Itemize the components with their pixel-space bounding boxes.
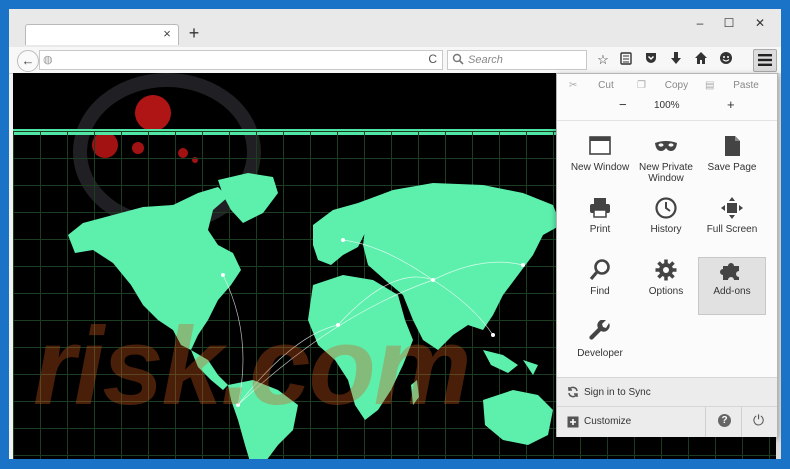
find-button[interactable]: Find: [567, 258, 633, 314]
full-screen-button[interactable]: Full Screen: [699, 196, 765, 252]
customize-button[interactable]: Customize: [557, 407, 705, 437]
hamburger-menu-button[interactable]: [753, 49, 777, 72]
options-button[interactable]: Options: [633, 258, 699, 314]
clipboard-icon: ▤: [705, 80, 715, 91]
search-input[interactable]: Search: [447, 50, 587, 70]
save-page-icon: [725, 136, 740, 156]
bookmark-star-icon[interactable]: ☆: [594, 51, 612, 69]
paste-button[interactable]: ▤ Paste: [705, 80, 759, 96]
zoom-out-button[interactable]: −: [619, 97, 627, 113]
clock-icon: [655, 197, 677, 219]
hello-smiley-icon[interactable]: [717, 51, 735, 69]
tab-strip: × + – ☐ ✕: [9, 9, 781, 47]
power-icon: ⏻: [753, 412, 765, 428]
new-private-window-button[interactable]: New Private Window: [633, 134, 699, 190]
copy-icon: ❐: [637, 80, 646, 91]
new-tab-button[interactable]: +: [184, 23, 204, 43]
add-ons-button[interactable]: Add-ons: [698, 257, 766, 315]
history-button[interactable]: History: [633, 196, 699, 252]
history-label: History: [650, 224, 682, 235]
find-label: Find: [590, 286, 610, 297]
developer-label: Developer: [577, 348, 623, 359]
puzzle-icon: [720, 263, 739, 280]
help-button[interactable]: ?: [705, 407, 742, 437]
maximize-button[interactable]: ☐: [718, 15, 740, 31]
url-bar[interactable]: ◍ C: [39, 50, 443, 70]
printer-icon: [590, 198, 610, 218]
save-page-button[interactable]: Save Page: [699, 134, 765, 190]
private-mask-icon: [655, 141, 677, 151]
magnifier-icon: [589, 259, 610, 281]
scissors-icon: ✂: [569, 80, 578, 91]
options-label: Options: [648, 286, 684, 297]
new-window-icon: [589, 136, 611, 155]
menu-footer: Customize ? ⏻: [557, 406, 777, 437]
gear-icon: [655, 259, 677, 281]
search-icon: [452, 53, 464, 65]
reading-list-icon[interactable]: [617, 51, 635, 69]
copy-button[interactable]: ❐ Copy: [637, 80, 688, 96]
search-placeholder: Search: [468, 54, 503, 66]
print-button[interactable]: Print: [567, 196, 633, 252]
sync-icon: [568, 386, 578, 398]
back-button[interactable]: ←: [17, 50, 39, 72]
download-icon[interactable]: [667, 51, 685, 69]
cut-button[interactable]: ✂ Cut: [569, 80, 614, 96]
fullscreen-icon: [721, 197, 743, 219]
close-window-button[interactable]: ✕: [749, 15, 771, 31]
quit-button[interactable]: ⏻: [741, 407, 778, 437]
new-window-label: New Window: [570, 162, 630, 173]
sign-in-sync-label: Sign in to Sync: [584, 387, 651, 398]
hamburger-icon: [758, 54, 772, 66]
app-menu-panel: ✂ Cut ❐ Copy ▤ Paste − 100% + New Window…: [556, 73, 778, 437]
reload-button[interactable]: C: [428, 52, 437, 66]
copy-label: Copy: [664, 80, 689, 91]
watermark-text: risk.com: [33, 305, 471, 428]
edit-controls: ✂ Cut ❐ Copy ▤ Paste − 100% +: [557, 76, 777, 121]
wrench-icon: [589, 320, 610, 340]
minimize-button[interactable]: –: [689, 15, 711, 31]
print-label: Print: [589, 224, 611, 235]
cut-label: Cut: [598, 80, 614, 91]
navigation-bar: ← ◍ C Search ☆: [9, 47, 781, 74]
save-page-label: Save Page: [707, 162, 757, 173]
zoom-level[interactable]: 100%: [654, 100, 680, 116]
sign-in-sync-row[interactable]: Sign in to Sync: [557, 377, 777, 407]
full-screen-label: Full Screen: [706, 224, 758, 235]
browser-window: × + – ☐ ✕ ← ◍ C Search ☆ risk.com ✂ Cut …: [9, 9, 781, 459]
zoom-in-button[interactable]: +: [727, 97, 735, 113]
new-private-window-label: New Private Window: [639, 162, 693, 184]
paste-label: Paste: [733, 80, 759, 91]
home-icon[interactable]: [692, 51, 710, 69]
developer-button[interactable]: Developer: [567, 320, 633, 376]
customize-label: Customize: [584, 416, 632, 427]
browser-tab[interactable]: ×: [25, 24, 179, 45]
add-ons-label: Add-ons: [713, 286, 751, 297]
tab-close-icon[interactable]: ×: [160, 27, 174, 41]
new-window-button[interactable]: New Window: [567, 134, 633, 190]
globe-icon: ◍: [43, 54, 53, 66]
plus-box-icon: [567, 416, 579, 428]
help-icon: ?: [718, 414, 731, 427]
pocket-icon[interactable]: [642, 51, 660, 69]
